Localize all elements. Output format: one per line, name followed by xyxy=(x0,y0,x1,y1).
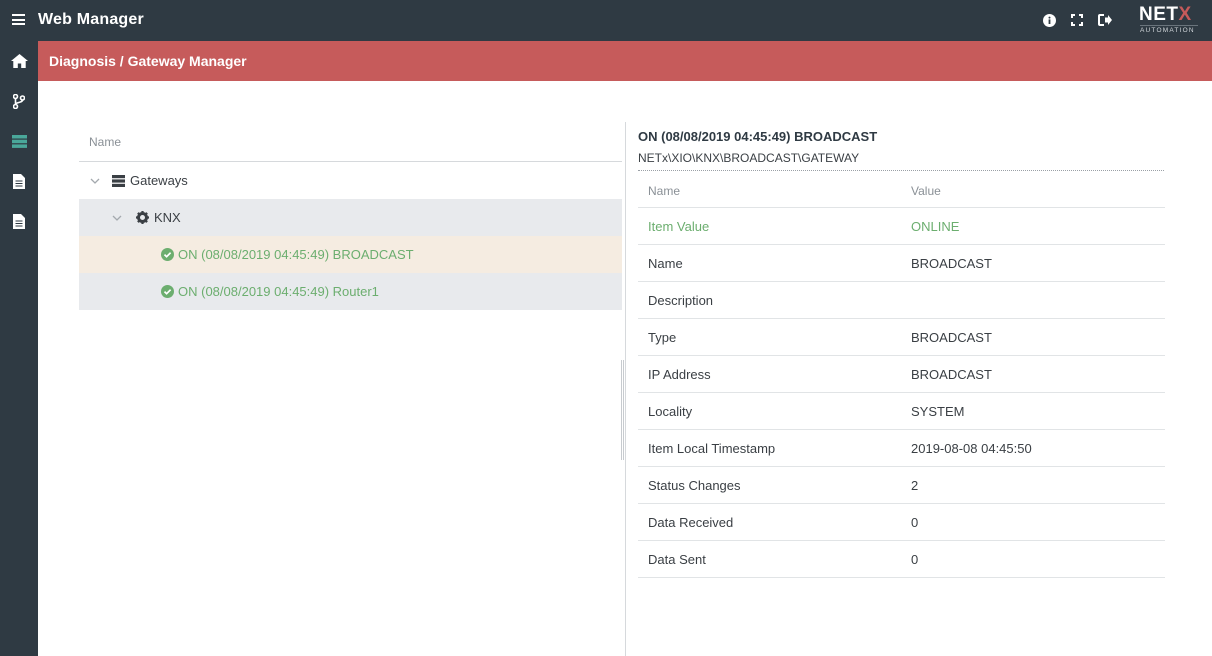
tree-column-header: Name xyxy=(79,122,622,162)
sidebar xyxy=(0,41,38,656)
hamburger-menu-icon[interactable] xyxy=(12,14,25,25)
column-header-name: Name xyxy=(648,184,681,198)
tree-node-knx[interactable]: KNX xyxy=(79,199,622,236)
property-name: Item Value xyxy=(648,219,710,234)
table-row: IP Address BROADCAST xyxy=(638,356,1165,393)
sidebar-item-home[interactable] xyxy=(0,41,38,81)
property-value: 2 xyxy=(911,478,919,493)
tree-node-label: ON (08/08/2019 04:45:49) BROADCAST xyxy=(178,247,414,262)
property-value: BROADCAST xyxy=(911,256,992,271)
top-bar: Web Manager NETX AUTOMATION xyxy=(0,0,1212,41)
sidebar-item-diagnosis[interactable] xyxy=(0,121,38,161)
property-name: Data Received xyxy=(648,515,734,530)
fullscreen-icon[interactable] xyxy=(1069,12,1085,28)
logout-icon[interactable] xyxy=(1097,12,1113,28)
property-name: Locality xyxy=(648,404,693,419)
property-name: IP Address xyxy=(648,367,711,382)
app-title: Web Manager xyxy=(38,11,144,28)
property-value: 0 xyxy=(911,515,919,530)
branch-icon xyxy=(13,93,25,109)
page-header: Diagnosis / Gateway Manager xyxy=(38,41,1212,81)
tree-node-label: KNX xyxy=(154,210,181,225)
tree-node-router1[interactable]: ON (08/08/2019 04:45:49) Router1 xyxy=(79,273,622,310)
table-row: Item Local Timestamp 2019-08-08 04:45:50 xyxy=(638,430,1165,467)
column-header-value: Value xyxy=(911,184,941,198)
table-row: Data Sent 0 xyxy=(638,541,1165,578)
table-row: Name BROADCAST xyxy=(638,245,1165,282)
tree-node-label: Gateways xyxy=(130,173,188,188)
tree-node-label: ON (08/08/2019 04:45:49) Router1 xyxy=(178,284,379,299)
chevron-down-icon[interactable] xyxy=(88,174,102,188)
chevron-down-icon[interactable] xyxy=(110,211,124,225)
property-name: Item Local Timestamp xyxy=(648,441,776,456)
table-row: Data Received 0 xyxy=(638,504,1165,541)
property-name: Name xyxy=(648,256,683,271)
property-value: 2019-08-08 04:45:50 xyxy=(911,441,1032,456)
table-row: Description xyxy=(638,282,1165,319)
property-value: ONLINE xyxy=(911,219,960,234)
property-value: 0 xyxy=(911,552,919,567)
sidebar-item-document[interactable] xyxy=(0,161,38,201)
gear-icon xyxy=(136,211,149,224)
sidebar-item-document-2[interactable] xyxy=(0,201,38,241)
sidebar-item-workflow[interactable] xyxy=(0,81,38,121)
check-circle-icon xyxy=(161,248,174,261)
table-header-row: Name Value xyxy=(638,171,1165,208)
tree-node-gateways[interactable]: Gateways xyxy=(79,162,622,199)
properties-table: Name Value Item Value ONLINE Name BROADC… xyxy=(638,171,1165,578)
topbar-actions xyxy=(1041,12,1113,28)
property-name: Data Sent xyxy=(648,552,706,567)
table-row: Locality SYSTEM xyxy=(638,393,1165,430)
property-value: BROADCAST xyxy=(911,330,992,345)
property-value: SYSTEM xyxy=(911,404,965,419)
netx-logo: NETX AUTOMATION xyxy=(1139,5,1199,35)
tree-node-broadcast[interactable]: ON (08/08/2019 04:45:49) BROADCAST xyxy=(79,236,622,273)
server-icon xyxy=(11,134,27,148)
document-icon xyxy=(13,173,25,189)
property-name: Type xyxy=(648,330,677,345)
server-icon xyxy=(112,174,125,187)
detail-title: ON (08/08/2019 04:45:49) BROADCAST xyxy=(638,129,878,144)
check-circle-icon xyxy=(161,285,174,298)
property-value: BROADCAST xyxy=(911,367,992,382)
detail-path: NETx\XIO\KNX\BROADCAST\GATEWAY xyxy=(638,151,1164,171)
resize-handle[interactable] xyxy=(621,360,624,460)
property-name: Status Changes xyxy=(648,478,741,493)
table-row: Type BROADCAST xyxy=(638,319,1165,356)
document-icon xyxy=(13,213,25,229)
table-row: Item Value ONLINE xyxy=(638,208,1165,245)
info-icon[interactable] xyxy=(1041,12,1057,28)
tree-header-label: Name xyxy=(89,135,122,149)
home-icon xyxy=(10,54,28,68)
breadcrumb: Diagnosis / Gateway Manager xyxy=(49,53,247,69)
panel-divider xyxy=(625,122,626,656)
property-name: Description xyxy=(648,293,714,308)
table-row: Status Changes 2 xyxy=(638,467,1165,504)
